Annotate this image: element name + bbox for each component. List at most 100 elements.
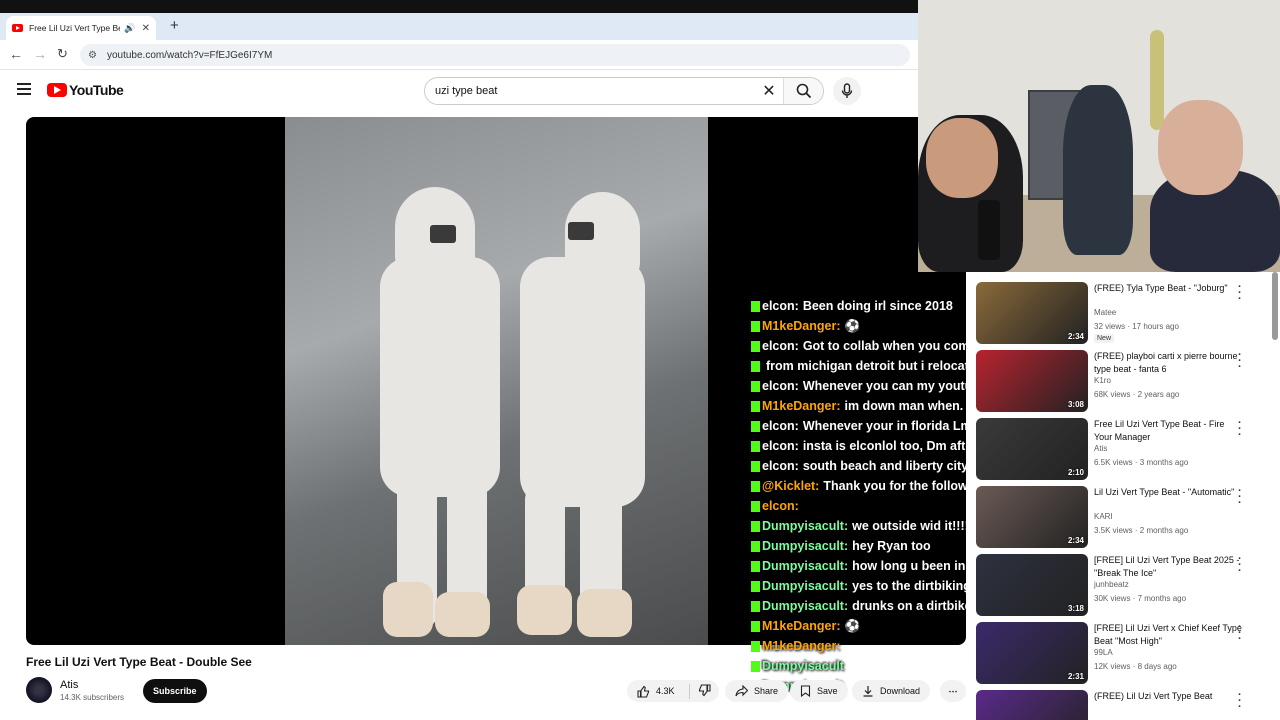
- site-info-icon[interactable]: ⚙: [88, 50, 97, 61]
- recommendation-title[interactable]: (FREE) Tyla Type Beat - "Joburg": [1094, 282, 1244, 295]
- chat-message: elcon: Been doing irl since 2018: [751, 296, 981, 316]
- back-icon[interactable]: ←: [9, 46, 23, 62]
- dislike-button[interactable]: [688, 683, 711, 699]
- forward-icon[interactable]: →: [33, 46, 47, 62]
- address-bar[interactable]: ⚙ youtube.com/watch?v=FfEJGe6I7YM: [80, 44, 910, 66]
- chat-text: Thank you for the follow, elcon!: [823, 479, 981, 493]
- recommendation-thumbnail[interactable]: [976, 690, 1088, 720]
- recommendation-item[interactable]: 2:34 Lil Uzi Vert Type Beat - "Automatic"…: [976, 486, 1276, 550]
- hamburger-menu-icon[interactable]: [17, 83, 31, 98]
- recommendation-item[interactable]: 3:18 [FREE] Lil Uzi Vert Type Beat 2025 -…: [976, 554, 1276, 618]
- browser-tab[interactable]: Free Lil Uzi Vert Type Beat · 🔊 ✕: [6, 16, 156, 40]
- recommendation-item[interactable]: 2:31 [FREE] Lil Uzi Vert x Chief Keef Typ…: [976, 622, 1276, 686]
- chat-message: Dumpyisacult: [751, 656, 981, 676]
- youtube-logo[interactable]: YouTube: [47, 82, 124, 98]
- chat-username: @Kicklet:: [762, 479, 820, 493]
- recommendation-title[interactable]: (FREE) Lil Uzi Vert Type Beat: [1094, 690, 1244, 703]
- scrollbar-thumb[interactable]: [1272, 272, 1278, 340]
- subscribe-button[interactable]: Subscribe: [143, 679, 207, 703]
- recommendation-thumbnail[interactable]: 3:18: [976, 554, 1088, 616]
- chat-text: how long u been in austin: [852, 559, 981, 573]
- kick-badge-icon: [751, 301, 760, 313]
- chat-message: M1keDanger: ⚽: [751, 316, 981, 336]
- recommendation-thumbnail[interactable]: 2:31: [976, 622, 1088, 684]
- browser-tab-strip: Free Lil Uzi Vert Type Beat · 🔊 ✕ +: [0, 13, 918, 40]
- kick-badge-icon: [751, 361, 760, 373]
- recommendations-sidebar: 2:34 (FREE) Tyla Type Beat - "Joburg" Mate…: [966, 272, 1280, 720]
- recommendation-channel[interactable]: K1ro: [1094, 376, 1111, 385]
- chat-text: Been doing irl since 2018: [802, 299, 953, 313]
- kick-badge-icon: [751, 581, 760, 593]
- camera-right: [568, 222, 594, 240]
- more-options-icon[interactable]: · · ·: [1238, 282, 1242, 305]
- more-options-icon[interactable]: · · ·: [1238, 622, 1242, 645]
- kick-badge-icon: [751, 641, 760, 653]
- kick-badge-icon: [751, 461, 760, 473]
- webcam-skateboard: [1150, 30, 1164, 130]
- recommendation-item[interactable]: (FREE) Lil Uzi Vert Type Beat · · ·: [976, 690, 1276, 720]
- save-button[interactable]: Save: [790, 680, 848, 702]
- video-title: Free Lil Uzi Vert Type Beat - Double See: [26, 655, 252, 669]
- youtube-header: YouTube ✕: [0, 70, 918, 112]
- more-options-icon[interactable]: · · ·: [1238, 690, 1242, 713]
- recommendation-item[interactable]: 2:34 (FREE) Tyla Type Beat - "Joburg" Mate…: [976, 282, 1276, 346]
- chat-text: Whenever your in florida Lmk: [802, 419, 979, 433]
- recommendation-item[interactable]: 2:10 Free Lil Uzi Vert Type Beat - Fire Y…: [976, 418, 1276, 482]
- more-options-icon[interactable]: · · ·: [1238, 554, 1242, 577]
- recommendation-thumbnail[interactable]: 2:34: [976, 282, 1088, 344]
- chat-message: Dumpyisacult: we outside wid it!!!!: [751, 516, 981, 536]
- chat-message: M1keDanger:: [751, 636, 981, 656]
- channel-avatar[interactable]: [26, 677, 52, 703]
- download-button[interactable]: Download: [852, 680, 931, 702]
- recommendation-channel[interactable]: Atis: [1094, 444, 1107, 453]
- more-actions-button[interactable]: ⋯: [940, 680, 966, 702]
- chat-text: south beach and liberty city is loud: [802, 459, 981, 473]
- recommendation-thumbnail[interactable]: 2:10: [976, 418, 1088, 480]
- share-button[interactable]: Share: [725, 680, 789, 702]
- recommendation-thumbnail[interactable]: 2:34: [976, 486, 1088, 548]
- recommendation-title[interactable]: Free Lil Uzi Vert Type Beat - Fire Your …: [1094, 418, 1244, 444]
- youtube-logo-icon: [47, 83, 67, 97]
- channel-name[interactable]: Atis: [60, 679, 124, 691]
- channel-info[interactable]: Atis 14.3K subscribers: [26, 677, 124, 703]
- chat-text: im down man when. we there: [844, 399, 982, 413]
- recommendation-channel[interactable]: KARI: [1094, 512, 1113, 521]
- kick-badge-icon: [751, 401, 760, 413]
- video-duration: 3:18: [1067, 604, 1084, 613]
- url-text: youtube.com/watch?v=FfEJGe6I7YM: [106, 49, 273, 61]
- chat-username: Dumpyisacult:: [762, 539, 849, 553]
- close-tab-icon[interactable]: ✕: [142, 23, 150, 34]
- more-options-icon[interactable]: · · ·: [1238, 350, 1242, 373]
- more-options-icon[interactable]: · · ·: [1238, 486, 1242, 509]
- recommendation-item[interactable]: 3:08 (FREE) playboi carti x pierre bourne…: [976, 350, 1276, 414]
- video-duration: 2:34: [1067, 536, 1084, 545]
- recommendation-channel[interactable]: Matee: [1094, 308, 1116, 317]
- clear-search-icon[interactable]: ✕: [755, 81, 783, 101]
- sidebar-scrollbar[interactable]: [1272, 272, 1278, 712]
- voice-search-button[interactable]: [833, 77, 861, 105]
- search-input[interactable]: [435, 85, 755, 97]
- kick-badge-icon: [751, 341, 760, 353]
- more-options-icon[interactable]: · · ·: [1238, 418, 1242, 441]
- chat-text: yes to the dirtbiking: [852, 579, 971, 593]
- download-icon: [863, 686, 873, 697]
- recommendation-thumbnail[interactable]: 3:08: [976, 350, 1088, 412]
- chat-text: Whenever you can my youtube is @elconlol: [802, 379, 981, 393]
- new-tab-icon[interactable]: +: [170, 17, 179, 34]
- reload-icon[interactable]: ↻: [57, 46, 68, 62]
- video-duration: 2:34: [1067, 332, 1084, 341]
- like-button[interactable]: 4.3K: [637, 685, 675, 698]
- chat-text: insta is elconlol too, Dm after stream: [802, 439, 981, 453]
- speaker-icon[interactable]: 🔊: [124, 23, 135, 34]
- chat-username: elcon:: [762, 459, 799, 473]
- bookmark-icon: [800, 685, 811, 697]
- recommendation-title[interactable]: [FREE] Lil Uzi Vert x Chief Keef Type Be…: [1094, 622, 1244, 648]
- kick-badge-icon: [751, 601, 760, 613]
- chat-text: drunks on a dirtbike is content: [852, 599, 981, 613]
- recommendation-title[interactable]: [FREE] Lil Uzi Vert Type Beat 2025 - "Br…: [1094, 554, 1244, 580]
- recommendation-channel[interactable]: junhbeatz: [1094, 580, 1129, 589]
- recommendation-title[interactable]: Lil Uzi Vert Type Beat - "Automatic": [1094, 486, 1244, 499]
- recommendation-title[interactable]: (FREE) playboi carti x pierre bourne typ…: [1094, 350, 1244, 376]
- recommendation-channel[interactable]: 99LA: [1094, 648, 1113, 657]
- search-button[interactable]: [783, 78, 823, 104]
